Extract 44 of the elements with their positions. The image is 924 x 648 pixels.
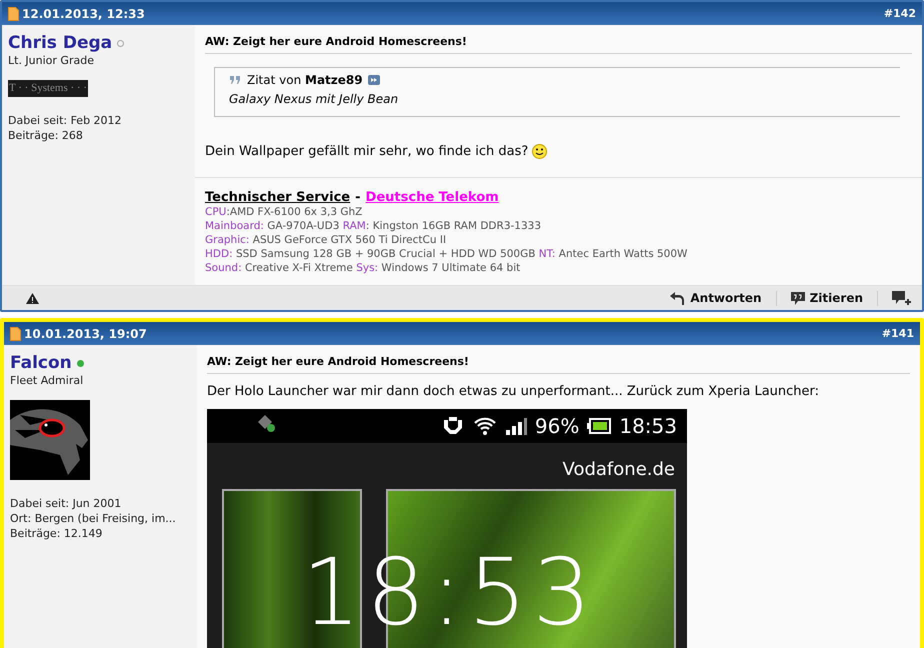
user-stat: Beiträge: 268 <box>8 128 84 143</box>
separator-text: - <box>355 190 361 205</box>
quote-marks-icon <box>229 75 242 85</box>
document-icon <box>10 326 21 340</box>
view-post-icon[interactable] <box>368 75 380 85</box>
signal-icon <box>504 416 527 436</box>
signature-link[interactable]: Technischer Service <box>205 190 350 205</box>
post-number[interactable]: #142 <box>884 7 916 20</box>
document-icon <box>8 6 19 20</box>
signature-line: HDD: SSD Samsung 128 GB + 90GB Crucial + HDD WD 500GB NT: Antec Earth Watts 500W <box>205 247 688 261</box>
username[interactable]: Chris Dega <box>8 33 112 53</box>
signature-line: Mainboard: GA-970A-UD3 RAM: Kingston 16GB RAM DDR3-1333 <box>205 219 542 233</box>
signature-line: Graphic: ASUS GeForce GTX 560 Ti DirectCu II <box>205 233 448 247</box>
battery-percent: 96% <box>534 414 580 438</box>
battery-icon <box>587 418 612 434</box>
post-title: AW: Zeigt her eure Android Homescreens! <box>207 355 910 374</box>
reply-button[interactable]: Antworten <box>656 291 776 305</box>
speech-bubble-icon <box>790 292 805 304</box>
post-title: AW: Zeigt her eure Android Homescreens! <box>205 35 912 54</box>
user-stat: Dabei seit: Jun 2001 <box>10 496 122 511</box>
user-stat: Dabei seit: Feb 2012 <box>8 113 123 128</box>
multi-quote-icon[interactable] <box>892 291 912 305</box>
quote-attribution: Zitat von Matze89 <box>247 73 363 87</box>
notification-icon <box>257 414 277 434</box>
warning-icon[interactable] <box>26 292 39 304</box>
quote-button[interactable]: Zitieren <box>776 291 877 305</box>
post-number[interactable]: #141 <box>882 327 914 340</box>
user-stat: Ort: Bergen (bei Freising, im... <box>10 511 177 526</box>
user-badge: T · · Systems · · · <box>8 80 88 97</box>
status-time: 18:53 <box>619 414 677 438</box>
post-text: Der Holo Launcher war mir dann doch etwas zu unperformant... Zurück zum Xperia Launcher: <box>207 384 820 399</box>
signature-line: Sound: Creative X-Fi Xtreme Sys: Windows 7 Ultimate 64 bit <box>205 261 522 275</box>
user-rank: Fleet Admiral <box>10 374 84 387</box>
wifi-icon <box>472 416 497 436</box>
post-date: 10.01.2013, 19:07 <box>24 326 147 340</box>
reply-arrow-icon <box>670 292 686 304</box>
quote-text: Galaxy Nexus mit Jelly Bean <box>229 92 400 106</box>
carrier-name: Vodafone.de <box>562 458 676 480</box>
post-text: Dein Wallpaper gefällt mir sehr, wo finde ich das? <box>205 144 528 159</box>
user-stat: Beiträge: 12.149 <box>10 526 104 541</box>
signature-line: CPU:AMD FX-6100 6x 3,3 GhZ <box>205 205 364 219</box>
user-rank: Lt. Junior Grade <box>8 54 95 67</box>
username[interactable]: Falcon <box>10 353 72 373</box>
post-date: 12.01.2013, 12:33 <box>22 6 145 20</box>
